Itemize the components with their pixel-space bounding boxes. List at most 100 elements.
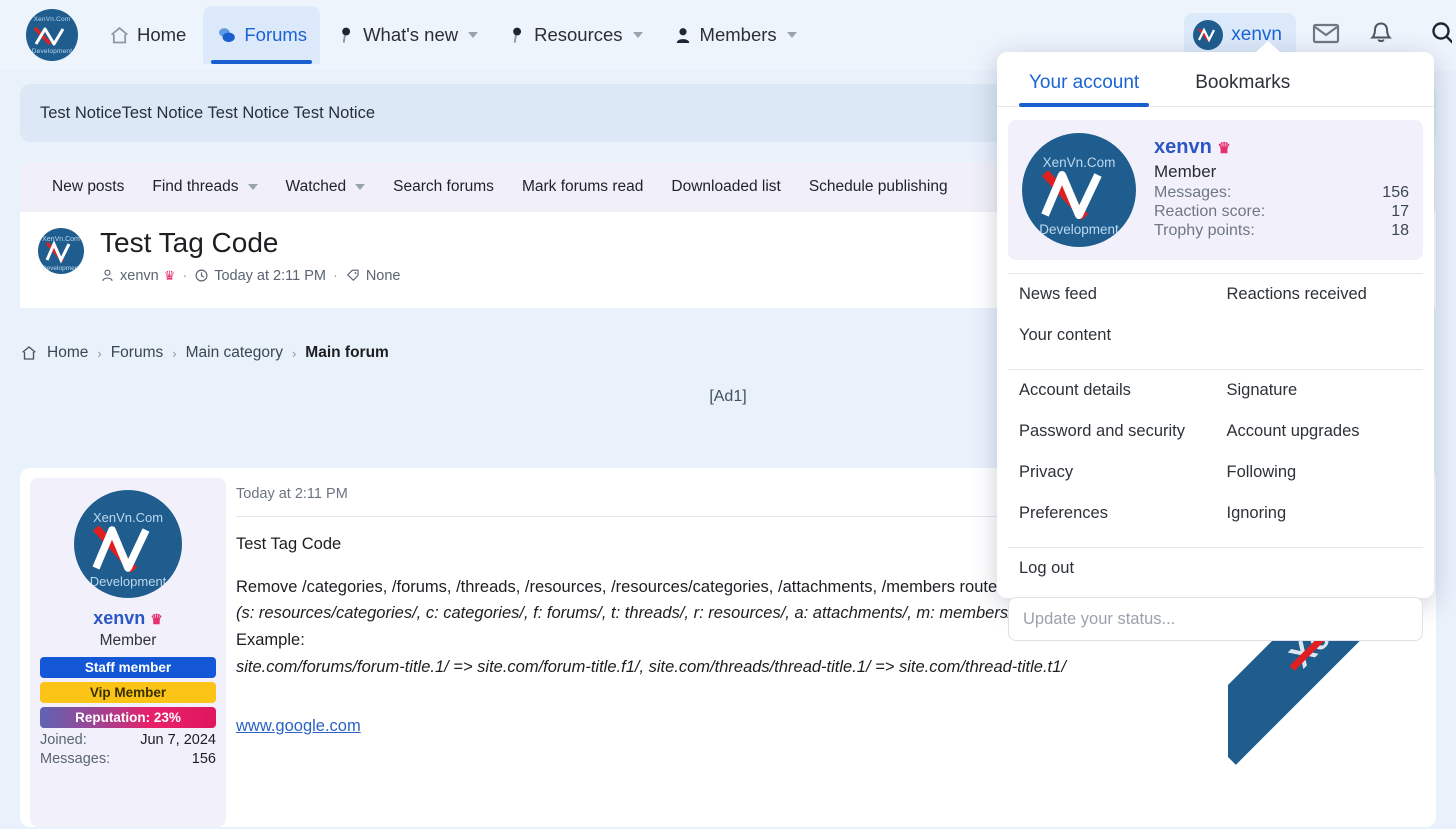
subnav-label: Watched [286, 178, 347, 196]
nav-item-whats-new-label: What's new [363, 24, 458, 46]
home-outline-icon[interactable] [20, 344, 38, 362]
account-summary-card: XenVn.Com Development xenvn ♛ Member Mes… [1008, 120, 1423, 260]
breadcrumb-item-forums[interactable]: Forums [111, 344, 164, 362]
subnav-item-search-forums[interactable]: Search forums [379, 162, 508, 212]
chevron-down-icon[interactable] [355, 184, 365, 190]
meta-separator: · [333, 268, 338, 284]
spacer [236, 697, 1436, 713]
active-tab-underline [211, 60, 312, 64]
badge-reputation: Reputation: 23% [40, 707, 216, 728]
menu-item-account-details[interactable]: Account details [1008, 370, 1216, 411]
account-dropdown-menu: Your account Bookmarks XenVn.Com Develop… [997, 52, 1434, 598]
account-role: Member [1154, 162, 1409, 182]
search-icon[interactable] [1430, 20, 1452, 51]
chevron-right-icon: › [97, 346, 101, 361]
thread-meta: xenvn ♛ · Today at 2:11 PM · None [100, 268, 401, 284]
menu-item-news-feed[interactable]: News feed [1008, 274, 1216, 315]
thread-tags[interactable]: None [366, 268, 401, 284]
status-input[interactable] [1008, 597, 1423, 641]
subnav-item-watched[interactable]: Watched [272, 162, 380, 212]
avatar-xv-mark [1193, 20, 1223, 50]
nav-item-members-label: Members [700, 24, 777, 46]
svg-text:Development: Development [1039, 222, 1119, 237]
menu-item-reactions-received[interactable]: Reactions received [1216, 274, 1424, 315]
post-author-sidebar: XenVn.Com Development xenvn ♛ Member Sta… [30, 478, 226, 827]
account-stat-messages: Messages: 156 [1154, 184, 1409, 202]
menu-item-account-upgrades[interactable]: Account upgrades [1216, 411, 1424, 452]
account-stat-reaction-score: Reaction score: 17 [1154, 203, 1409, 221]
tab-your-account[interactable]: Your account [1019, 52, 1149, 106]
site-logo[interactable]: XenVn.Com Development [26, 9, 78, 61]
menu-row: News feed Reactions received [1008, 274, 1423, 315]
menu-row: Log out [1008, 548, 1423, 589]
nav-item-home[interactable]: Home [96, 11, 199, 59]
page-title: Test Tag Code [100, 228, 401, 259]
subnav-item-schedule-publishing[interactable]: Schedule publishing [795, 162, 962, 212]
menu-item-privacy[interactable]: Privacy [1008, 452, 1216, 493]
nav-item-resources[interactable]: Resources [495, 11, 655, 59]
crown-icon: ♛ [1217, 140, 1230, 157]
subnav-label: New posts [52, 178, 124, 196]
post-author-name-text: xenvn [93, 608, 145, 628]
svg-text:Development: Development [42, 265, 80, 272]
thread-author[interactable]: xenvn [120, 268, 159, 284]
subnav-item-downloaded-list[interactable]: Downloaded list [657, 162, 794, 212]
badge-vip-member: Vip Member [40, 682, 216, 703]
subnav-label: Mark forums read [522, 178, 643, 196]
account-menu-group-2: Account details Signature Password and s… [997, 370, 1434, 534]
menu-item-your-content[interactable]: Your content [1008, 315, 1216, 356]
thread-date: Today at 2:11 PM [214, 268, 326, 284]
post-external-link[interactable]: www.google.com [236, 717, 361, 735]
post-author-stat-messages: Messages: 156 [40, 751, 216, 767]
breadcrumb-item-main-category[interactable]: Main category [186, 344, 283, 362]
account-menu-group-3: Log out [997, 548, 1434, 589]
logo-bottom-text: Development [26, 48, 78, 55]
menu-item-following[interactable]: Following [1216, 452, 1424, 493]
subnav-item-new-posts[interactable]: New posts [38, 162, 138, 212]
logo-top-text: XenVn.Com [26, 16, 78, 23]
menu-item-log-out[interactable]: Log out [1008, 548, 1216, 589]
menu-item-password-and-security[interactable]: Password and security [1008, 411, 1216, 452]
nav-item-home-label: Home [137, 24, 186, 46]
post-author-name[interactable]: xenvn ♛ [40, 608, 216, 629]
account-username[interactable]: xenvn ♛ [1154, 136, 1409, 159]
chevron-right-icon: › [292, 346, 296, 361]
menu-item-signature[interactable]: Signature [1216, 370, 1424, 411]
thread-author-avatar[interactable]: XenVn.Com Development [38, 228, 84, 274]
nav-item-forums-label: Forums [244, 24, 307, 46]
breadcrumb-item-home[interactable]: Home [47, 344, 88, 362]
post-author-stat-joined: Joined: Jun 7, 2024 [40, 732, 216, 748]
site-notice-text: Test NoticeTest Notice Test Notice Test … [40, 104, 375, 123]
stat-key: Messages: [1154, 184, 1231, 202]
bell-icon[interactable] [1368, 20, 1394, 51]
chevron-down-icon[interactable] [787, 32, 797, 38]
chevron-down-icon[interactable] [468, 32, 478, 38]
nav-item-forums[interactable]: Forums [203, 6, 320, 64]
envelope-icon[interactable] [1312, 21, 1340, 50]
clock-icon [194, 268, 209, 283]
nav-item-whats-new[interactable]: What's new [324, 11, 491, 59]
post-author-avatar[interactable]: XenVn.Com Development [74, 490, 182, 598]
crown-icon: ♛ [164, 268, 176, 284]
svg-text:XenVn.Com: XenVn.Com [93, 510, 163, 525]
chevron-down-icon[interactable] [248, 184, 258, 190]
chevron-down-icon[interactable] [633, 32, 643, 38]
stat-key: Joined: [40, 732, 87, 748]
stat-key: Trophy points: [1154, 222, 1255, 240]
home-icon [109, 25, 130, 46]
crown-icon: ♛ [150, 611, 163, 627]
menu-item-preferences[interactable]: Preferences [1008, 493, 1216, 534]
subnav-item-mark-forums-read[interactable]: Mark forums read [508, 162, 657, 212]
tab-bookmarks[interactable]: Bookmarks [1185, 52, 1300, 106]
svg-text:Development: Development [90, 574, 167, 589]
resources-icon [508, 25, 527, 46]
stat-value: Jun 7, 2024 [140, 732, 216, 748]
stat-value: 18 [1391, 222, 1409, 240]
nav-item-members[interactable]: Members [660, 11, 810, 59]
avatar [1193, 20, 1223, 50]
menu-row: Account details Signature [1008, 370, 1423, 411]
menu-item-ignoring[interactable]: Ignoring [1216, 493, 1424, 534]
breadcrumb: Home › Forums › Main category › Main for… [20, 344, 389, 362]
account-avatar[interactable]: XenVn.Com Development [1022, 133, 1136, 247]
subnav-item-find-threads[interactable]: Find threads [138, 162, 271, 212]
